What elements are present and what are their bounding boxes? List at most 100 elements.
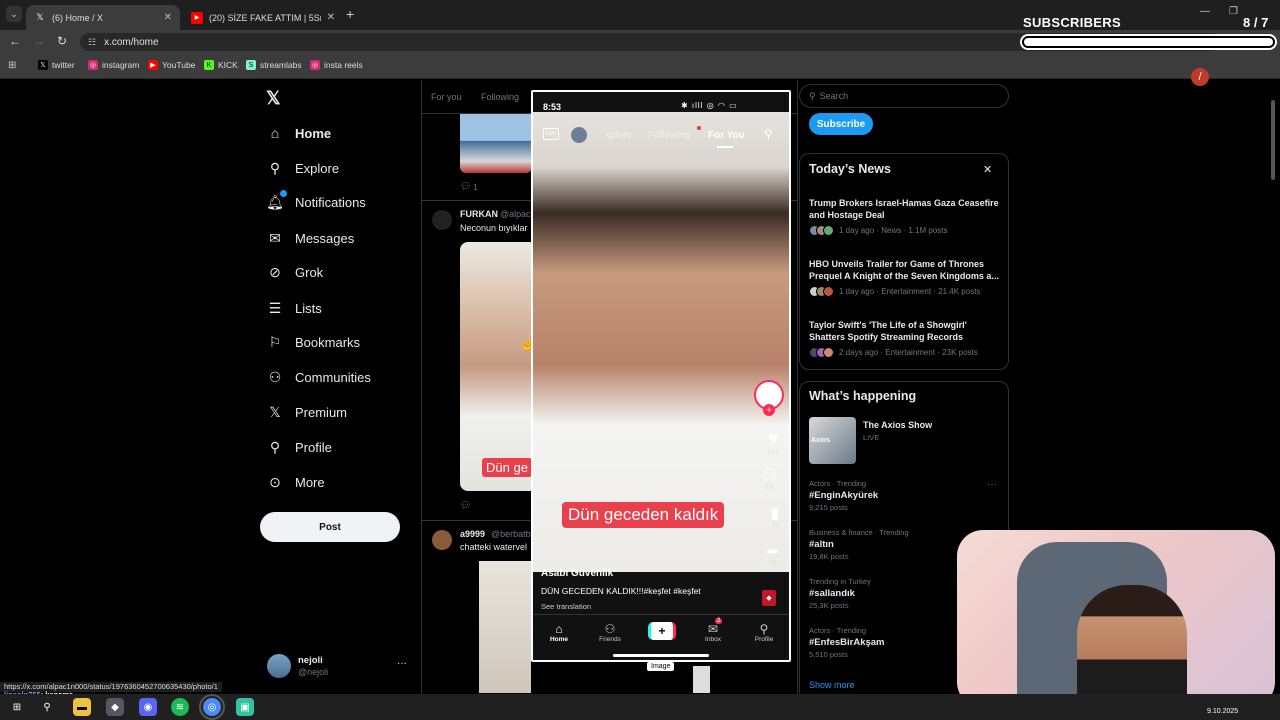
phone-tab-explore[interactable]: xplore bbox=[605, 130, 632, 141]
post-image[interactable] bbox=[479, 561, 531, 693]
create-button[interactable]: + bbox=[648, 622, 676, 640]
reply-count: 1 bbox=[473, 183, 478, 192]
sidebar-item-more[interactable]: ⊙ More bbox=[266, 469, 325, 495]
streamer-figure bbox=[1077, 585, 1187, 708]
page-scrollbar[interactable] bbox=[1271, 100, 1275, 180]
file-explorer-icon[interactable]: ▬ bbox=[73, 698, 91, 716]
windows-start-icon[interactable]: ⊞ bbox=[8, 698, 26, 716]
apps-icon[interactable]: ⊞ bbox=[8, 60, 16, 71]
follow-plus-icon[interactable]: + bbox=[763, 404, 775, 416]
bookmark-insta-reels[interactable]: ◎ insta reels bbox=[310, 60, 363, 70]
subscribe-button[interactable]: Subscribe bbox=[809, 113, 873, 135]
site-info-icon[interactable]: ☷ bbox=[88, 37, 96, 48]
trend-item[interactable]: Actors · Trending #EnginAkyürek 9,215 po… bbox=[809, 479, 1001, 512]
live-show-item[interactable]: Axios The Axios Show LIVE bbox=[809, 417, 1001, 465]
post-button[interactable]: Post bbox=[260, 512, 400, 542]
maximize-window-icon[interactable]: ❐ bbox=[1229, 6, 1238, 17]
phone-tab-following[interactable]: Following bbox=[648, 130, 690, 141]
phone-status-icons: ✱ ılll ◎ ◠ ▭ bbox=[681, 101, 738, 110]
news-item[interactable]: Trump Brokers Israel-Hamas Gaza Ceasefir… bbox=[809, 197, 1001, 236]
post-image[interactable] bbox=[693, 666, 710, 693]
post-author[interactable]: FURKAN bbox=[460, 209, 498, 219]
live-show-thumbnail: Axios bbox=[809, 417, 856, 464]
sidebar-item-bookmarks[interactable]: ⚐ Bookmarks bbox=[266, 329, 360, 355]
spotify-icon[interactable]: ≋ bbox=[171, 698, 189, 716]
phone-nav-home[interactable]: ⌂ Home bbox=[548, 622, 570, 643]
news-item[interactable]: HBO Unveils Trailer for Game of Thrones … bbox=[809, 258, 1001, 297]
phone-nav-profile[interactable]: ⚲ Profile bbox=[751, 622, 777, 643]
sidebar-item-explore[interactable]: ⚲ Explore bbox=[266, 155, 339, 181]
bookmark-twitter[interactable]: 𝕏twitter bbox=[38, 60, 75, 70]
search-icon[interactable]: ⚲ bbox=[764, 127, 773, 141]
post-image[interactable]: Dün ge bbox=[460, 242, 532, 491]
inbox-badge: 2 bbox=[715, 618, 723, 624]
post-handle[interactable]: @alpac bbox=[500, 209, 531, 219]
tab-for-you[interactable]: For you bbox=[431, 92, 462, 102]
trend-more-icon[interactable]: ··· bbox=[987, 479, 997, 490]
post-author[interactable]: a9999 bbox=[460, 529, 485, 539]
share-button[interactable]: ➦ 19 bbox=[766, 542, 779, 567]
news-item[interactable]: Taylor Swift's 'The Life of a Showgirl' … bbox=[809, 319, 1001, 358]
live-icon[interactable]: LIVE bbox=[543, 128, 559, 140]
bookmark-instagram[interactable]: ◎ instagram bbox=[88, 60, 139, 70]
sidebar-item-messages[interactable]: ✉ Messages bbox=[266, 225, 354, 251]
post-text: Neconun bıyıklar bbox=[460, 223, 528, 233]
sidebar-item-notifications[interactable]: 🔔︎ Notifications bbox=[266, 189, 366, 215]
streamlabs-icon[interactable]: ▣ bbox=[236, 698, 254, 716]
tiktok-phone-overlay[interactable]: 8:53 ✱ ılll ◎ ◠ ▭ LIVE xplore Following … bbox=[531, 90, 791, 662]
reply-icon[interactable]: 💬︎ bbox=[460, 181, 471, 192]
sidebar-item-grok[interactable]: ⊘ Grok bbox=[266, 259, 323, 285]
account-switcher[interactable]: nejoli @nejoli ··· bbox=[267, 654, 412, 680]
music-disc-icon[interactable]: ◆ bbox=[762, 590, 776, 606]
communities-icon: ⚇ bbox=[268, 368, 282, 385]
sidebar-item-lists[interactable]: ☰ Lists bbox=[266, 295, 322, 321]
back-icon[interactable]: ← bbox=[9, 34, 21, 48]
phone-nav-friends[interactable]: ⚇ Friends bbox=[595, 622, 625, 643]
sidebar-item-profile[interactable]: ⚲ Profile bbox=[266, 434, 332, 460]
post-handle[interactable]: @berbatb bbox=[491, 529, 531, 539]
avatar bbox=[267, 654, 291, 678]
bookmark-kick[interactable]: K KICK bbox=[204, 60, 238, 70]
home-icon: ⌂ bbox=[555, 622, 563, 636]
reply-icon[interactable]: 💬︎ bbox=[460, 500, 471, 511]
search-field[interactable]: ⚲ Search bbox=[799, 84, 1009, 108]
sidebar-item-home[interactable]: ⌂ Home bbox=[266, 120, 331, 146]
close-icon[interactable]: ✕ bbox=[983, 163, 992, 176]
discord-icon[interactable]: ◉ bbox=[139, 698, 157, 716]
phone-nav-inbox[interactable]: ✉ 2 Inbox bbox=[701, 618, 725, 643]
x-logo-icon[interactable]: 𝕏 bbox=[266, 88, 281, 109]
sidebar-item-premium[interactable]: 𝕏 Premium bbox=[266, 399, 347, 425]
tab-following[interactable]: Following bbox=[481, 92, 519, 102]
account-menu-icon[interactable]: ··· bbox=[397, 658, 407, 669]
search-icon[interactable]: ⚲ bbox=[38, 698, 56, 716]
close-tab-icon[interactable]: ✕ bbox=[164, 12, 172, 23]
x-logo-icon: 𝕏 bbox=[269, 403, 281, 420]
like-button[interactable]: ♥ 147 bbox=[767, 428, 779, 456]
notification-dot bbox=[697, 126, 701, 130]
video-author[interactable]: Asabi Güvenlik bbox=[541, 568, 613, 579]
post-image[interactable] bbox=[460, 114, 532, 173]
new-tab-button[interactable]: + bbox=[346, 6, 354, 22]
reload-icon[interactable]: ↻ bbox=[57, 34, 67, 48]
see-translation-link[interactable]: See translation bbox=[541, 602, 591, 611]
phone-divider bbox=[533, 614, 789, 615]
tab-search-button[interactable]: ⌄ bbox=[6, 6, 22, 22]
bookmark-streamlabs[interactable]: Sstreamlabs bbox=[246, 60, 302, 70]
browser-tab-youtube[interactable]: ▶ (20) SİZE FAKE ATTIM | 5Sriders ✕ bbox=[183, 5, 343, 30]
close-tab-icon[interactable]: ✕ bbox=[327, 12, 335, 23]
avatar[interactable] bbox=[571, 127, 587, 143]
phone-tab-for-you[interactable]: For You bbox=[708, 130, 745, 141]
browser-tab-x-home[interactable]: 𝕏 (6) Home / X ✕ bbox=[26, 5, 180, 30]
show-more-link[interactable]: Show more bbox=[809, 680, 855, 690]
post-image-caption: Dün ge bbox=[482, 458, 532, 477]
minimize-window-icon[interactable]: — bbox=[1200, 6, 1210, 17]
app-icon[interactable]: ◆ bbox=[106, 698, 124, 716]
sidebar-item-communities[interactable]: ⚇ Communities bbox=[266, 364, 371, 390]
forward-icon[interactable]: → bbox=[33, 34, 45, 48]
save-button[interactable]: ▮ 15 bbox=[771, 504, 779, 529]
bookmark-youtube[interactable]: ▶ YouTube bbox=[148, 60, 195, 70]
chrome-icon[interactable]: ◎ bbox=[199, 694, 225, 720]
x-logo-icon: 𝕏 bbox=[36, 12, 44, 22]
comment-button[interactable]: 💬︎ 14 bbox=[760, 466, 779, 491]
x-logo-icon: 𝕏 bbox=[38, 60, 48, 70]
